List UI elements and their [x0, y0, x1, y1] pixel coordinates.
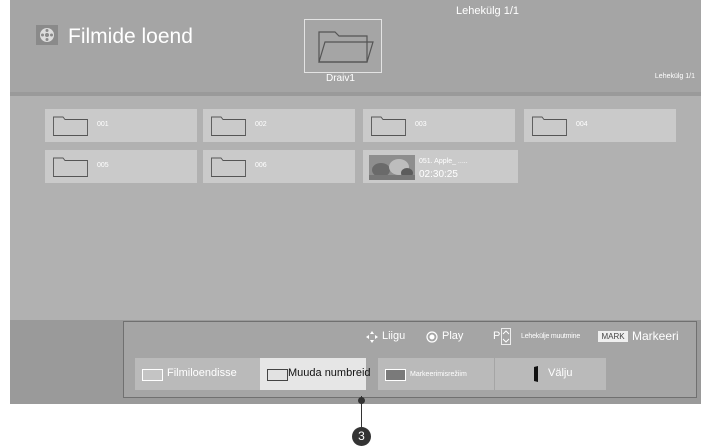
exit-icon: [534, 366, 538, 382]
movie-list-label: Filmiloendisse: [167, 367, 237, 379]
callout-dot: [358, 397, 365, 404]
page-indicator-top: Lehekülg 1/1: [456, 5, 519, 17]
folder-tile[interactable]: 005: [45, 150, 197, 183]
folder-tile[interactable]: 004: [524, 109, 676, 142]
tv-screen: Filmide loend Lehekülg 1/1 Draiv1 Lehekü…: [10, 0, 701, 404]
video-name: 051. Apple_ .....: [419, 158, 468, 165]
page-title: Filmide loend: [68, 25, 193, 48]
change-numbers-button[interactable]: Muuda numbreid: [260, 358, 371, 390]
folder-icon: [532, 116, 567, 136]
exit-button[interactable]: Välju: [495, 358, 606, 390]
red-key-swatch: [142, 369, 163, 381]
mark-mode-button[interactable]: Markeerimisrežiim: [378, 358, 494, 390]
page-indicator-right: Lehekülg 1/1: [654, 73, 695, 80]
folder-tile[interactable]: 003: [363, 109, 515, 142]
hint-p: P: [493, 330, 501, 342]
ok-button-icon: [426, 331, 438, 343]
folder-icon: [371, 116, 406, 136]
hint-play: Play: [442, 330, 464, 342]
folder-tile[interactable]: 001: [45, 109, 197, 142]
drive-folder-icon[interactable]: [304, 19, 382, 73]
folder-icon: [211, 157, 246, 177]
folder-tile[interactable]: 002: [203, 109, 355, 142]
folder-label: 003: [415, 121, 427, 128]
video-tile[interactable]: 051. Apple_ ..... 02:30:25: [363, 150, 518, 183]
folder-label: 002: [255, 121, 267, 128]
hint-move: Liigu: [382, 330, 406, 342]
green-key-swatch: [267, 369, 288, 381]
mark-badge: MARK: [598, 331, 628, 342]
hint-page-change: Lehekülje muutmine: [521, 333, 581, 340]
folder-icon: [211, 116, 246, 136]
page-up-down-icon: [501, 328, 511, 345]
folder-tile[interactable]: 006: [203, 150, 355, 183]
yellow-key-swatch: [385, 369, 406, 381]
folder-label: 005: [97, 162, 109, 169]
folder-icon: [53, 116, 88, 136]
folder-icon: [53, 157, 88, 177]
callout-badge: 3: [352, 427, 371, 446]
mark-mode-label: Markeerimisrežiim: [410, 371, 467, 378]
hint-mark: Markeeri: [632, 329, 679, 343]
control-panel: Liigu Play P Lehekülje muutmine MARK Mar…: [123, 321, 697, 398]
film-reel-icon: [36, 25, 58, 45]
video-thumbnail: [369, 155, 415, 180]
exit-label: Välju: [548, 367, 573, 379]
folder-label: 001: [97, 121, 109, 128]
video-duration: 02:30:25: [419, 169, 458, 180]
header: Filmide loend Lehekülg 1/1 Draiv1 Lehekü…: [10, 0, 701, 92]
movie-list-button[interactable]: Filmiloendisse: [135, 358, 260, 390]
folder-label: 004: [576, 121, 588, 128]
navigate-arrows-icon: [366, 331, 378, 343]
drive-label: Draiv1: [326, 73, 355, 84]
folder-label: 006: [255, 162, 267, 169]
file-browser: 001 002 003 004 005 006 051. Apple_ ....…: [10, 96, 701, 320]
change-numbers-label: Muuda numbreid: [288, 367, 371, 379]
